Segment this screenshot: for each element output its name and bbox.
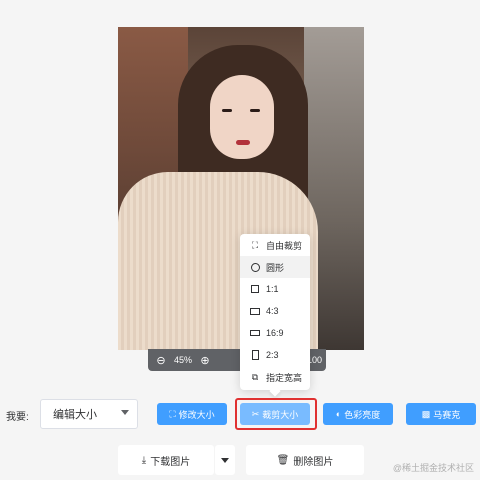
circle-icon [250,262,260,272]
crop-option-free[interactable]: ⛶ 自由裁剪 [240,234,310,256]
color-brightness-button[interactable]: ◐ 色彩亮度 [323,403,393,425]
download-icon: ⤓ [141,454,147,466]
delete-label: 删除图片 [293,456,334,468]
crop-option-1-1[interactable]: 1:1 [240,278,310,300]
crop-option-label: 1:1 [266,284,279,294]
zoom-out-icon[interactable]: ⊖ [154,354,168,367]
crop-option-4-3[interactable]: 4:3 [240,300,310,322]
zoom-value: 45% [174,355,193,365]
color-label: 色彩亮度 [344,409,381,420]
crop-option-label: 指定宽高 [266,372,303,383]
edit-mode-select[interactable]: 编辑大小 [40,399,138,429]
image-face [210,75,274,159]
mosaic-label: 马赛克 [433,409,461,420]
crop-option-label: 自由裁剪 [266,240,303,251]
crop-option-label: 圆形 [266,262,285,273]
trash-icon: 🗑 [276,454,290,466]
crop-option-label: 4:3 [266,306,279,316]
crop-button-highlight [235,398,317,430]
mosaic-button[interactable]: ▩ 马赛克 [406,403,476,425]
crop-option-2-3[interactable]: 2:3 [240,344,310,366]
delete-button[interactable]: 🗑 删除图片 [246,445,364,475]
zoom-in-icon[interactable]: ⊕ [198,354,212,367]
mosaic-icon: ▩ [421,408,431,419]
chevron-down-icon [121,410,129,415]
resize-icon: ⛶ [169,408,176,419]
image-lips [236,140,250,145]
rect-16-9-icon [250,330,260,336]
rect-4-3-icon [250,307,260,315]
custom-size-icon: ⧉ [251,371,259,382]
download-label: 下载图片 [150,456,191,468]
crop-option-label: 16:9 [266,328,284,338]
free-crop-icon: ⛶ [251,239,259,250]
image-eye-right [250,109,260,112]
image-eye-left [222,109,232,112]
download-button[interactable]: ⤓ 下载图片 [118,445,214,475]
crop-option-label: 2:3 [266,350,279,360]
watermark: @稀土掘金技术社区 [392,463,474,473]
select-value: 编辑大小 [53,409,97,421]
resize-button[interactable]: ⛶ 修改大小 [157,403,227,425]
square-icon [250,285,260,293]
chevron-down-icon [221,458,229,463]
crop-dropdown-menu: ⛶ 自由裁剪 圆形 1:1 4:3 16:9 2:3 ⧉ 指定宽高 [240,234,310,397]
download-options-button[interactable] [215,445,235,475]
crop-option-16-9[interactable]: 16:9 [240,322,310,344]
crop-option-circle[interactable]: 圆形 [240,256,310,278]
resize-label: 修改大小 [178,409,215,420]
rect-2-3-icon [250,350,260,360]
want-label: 我要: [6,412,29,423]
contrast-icon: ◐ [335,409,342,419]
